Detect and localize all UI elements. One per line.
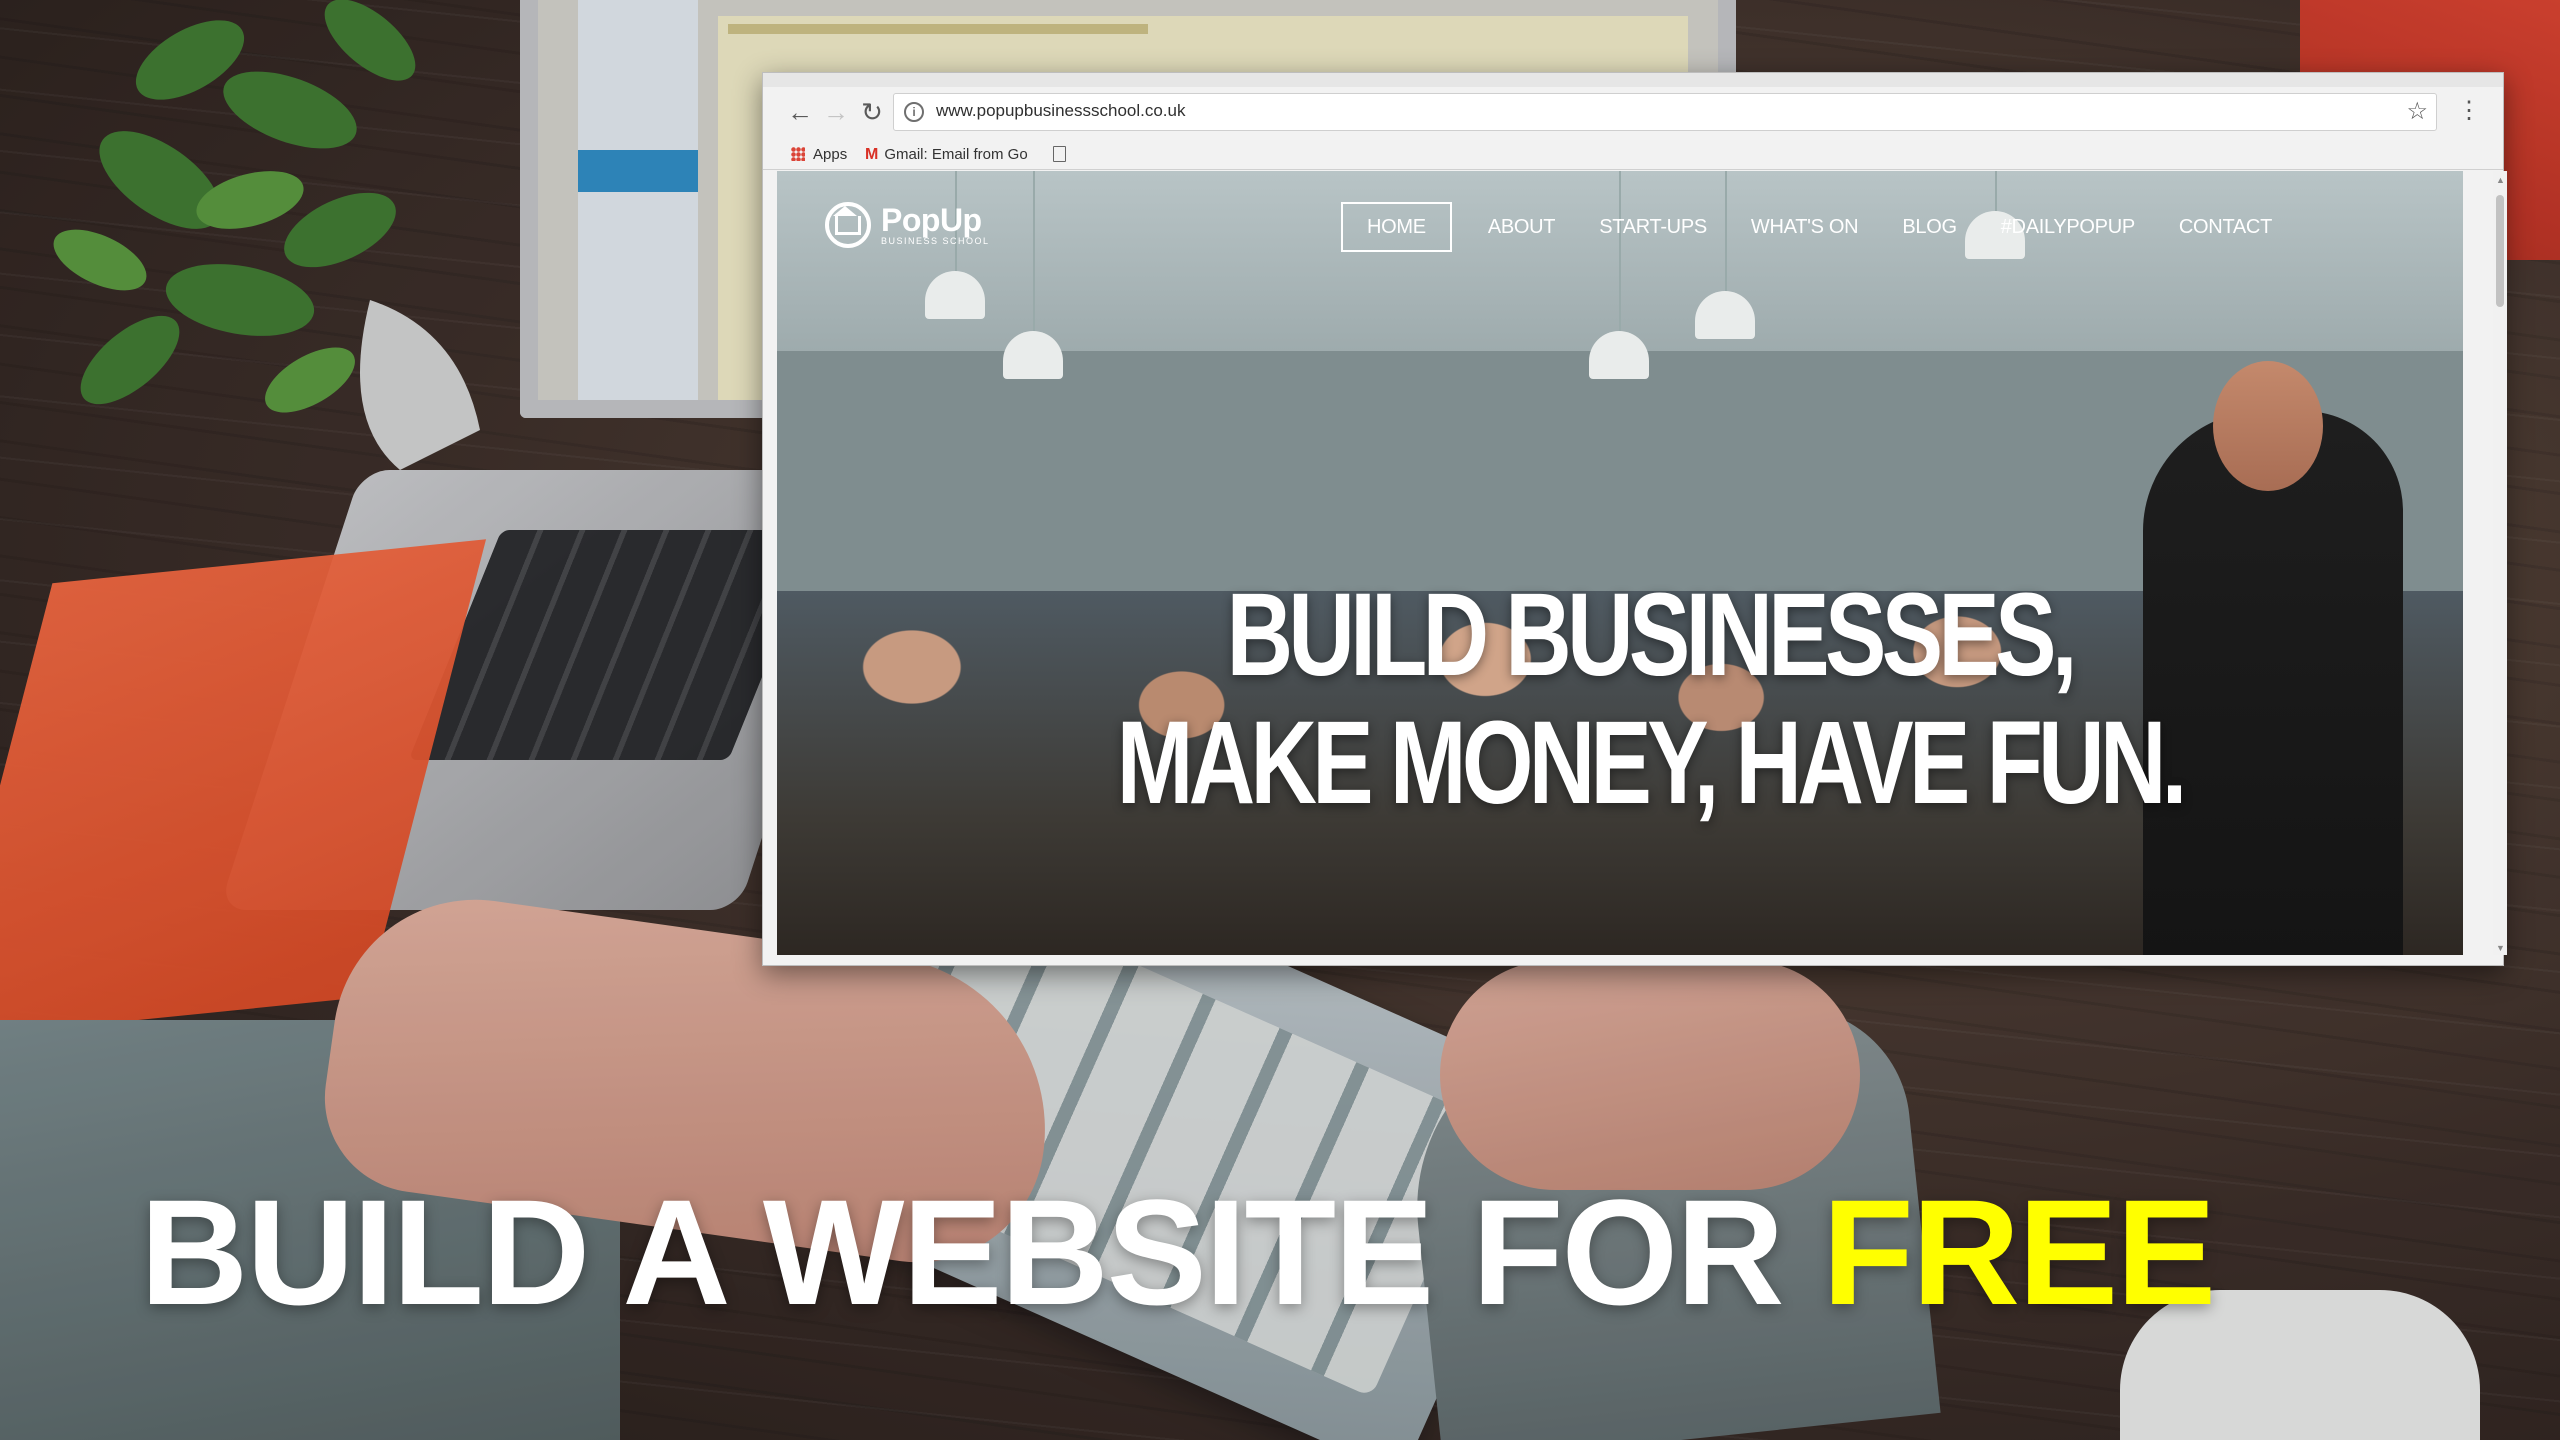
- popup-logo[interactable]: PopUp BUSINESS SCHOOL: [825, 199, 990, 251]
- nav-about[interactable]: ABOUT: [1466, 202, 1577, 252]
- bookmark-gmail[interactable]: M Gmail: Email from Go: [865, 146, 1028, 164]
- nav-start-ups[interactable]: START-UPS: [1577, 202, 1729, 252]
- site-navigation: HOME ABOUT START-UPS WHAT'S ON BLOG #DAI…: [1341, 201, 2294, 253]
- url-text[interactable]: www.popupbusinessschool.co.uk: [936, 101, 1185, 121]
- hero-line-2: MAKE MONEY, HAVE FUN.: [1116, 697, 2188, 829]
- scroll-up-icon[interactable]: ▲: [2496, 175, 2505, 185]
- caption-main: BUILD A WEBSITE FOR: [140, 1168, 1823, 1336]
- apps-grid-icon: [791, 147, 805, 161]
- gmail-icon: M: [865, 146, 879, 163]
- browser-toolbar: ← → ↻ i www.popupbusinessschool.co.uk ☆ …: [763, 87, 2503, 141]
- scrollbar-thumb[interactable]: [2496, 195, 2504, 307]
- browser-menu-icon[interactable]: ⋮: [2457, 97, 2481, 125]
- nav-home[interactable]: HOME: [1341, 202, 1452, 252]
- bookmark-star-icon[interactable]: ☆: [2406, 97, 2428, 126]
- site-header: PopUp BUSINESS SCHOOL HOME ABOUT START-U…: [777, 171, 2463, 271]
- tab-strip: [763, 73, 2503, 87]
- bookmarks-bar: Apps M Gmail: Email from Go: [763, 141, 2503, 170]
- vertical-scrollbar[interactable]: ▲ ▼: [2493, 171, 2507, 955]
- bookmark-page[interactable]: [1053, 146, 1066, 166]
- bookmark-apps[interactable]: Apps: [791, 146, 847, 163]
- bookmark-apps-label: Apps: [813, 146, 848, 163]
- bookmark-gmail-label: Gmail: Email from Go: [884, 146, 1028, 163]
- nav-blog[interactable]: BLOG: [1880, 202, 1978, 252]
- reload-icon[interactable]: ↻: [857, 97, 887, 127]
- caption-highlight: FREE: [1822, 1168, 2216, 1336]
- website-viewport: PopUp BUSINESS SCHOOL HOME ABOUT START-U…: [777, 171, 2463, 955]
- nav-dailypopup[interactable]: #DAILYPOPUP: [1979, 202, 2157, 252]
- overlay-caption: BUILD A WEBSITE FOR FREE: [140, 1172, 2216, 1332]
- hero-line-1: BUILD BUSINESSES,: [1226, 569, 2078, 701]
- forward-arrow-icon[interactable]: →: [821, 97, 851, 127]
- nav-whats-on[interactable]: WHAT'S ON: [1729, 202, 1880, 252]
- nav-contact[interactable]: CONTACT: [2157, 202, 2294, 252]
- hero-heading: BUILD BUSINESSES, MAKE MONEY, HAVE FUN.: [992, 571, 2307, 827]
- address-bar[interactable]: i www.popupbusinessschool.co.uk ☆: [893, 93, 2437, 131]
- browser-window: ← → ↻ i www.popupbusinessschool.co.uk ☆ …: [762, 72, 2507, 966]
- page-icon: [1053, 146, 1066, 162]
- scroll-down-icon[interactable]: ▼: [2496, 943, 2505, 953]
- site-info-icon[interactable]: i: [904, 102, 924, 122]
- logo-house-icon: [825, 202, 871, 248]
- logo-subtitle: BUSINESS SCHOOL: [881, 235, 990, 246]
- back-arrow-icon[interactable]: ←: [785, 97, 815, 127]
- logo-name: PopUp: [881, 201, 982, 238]
